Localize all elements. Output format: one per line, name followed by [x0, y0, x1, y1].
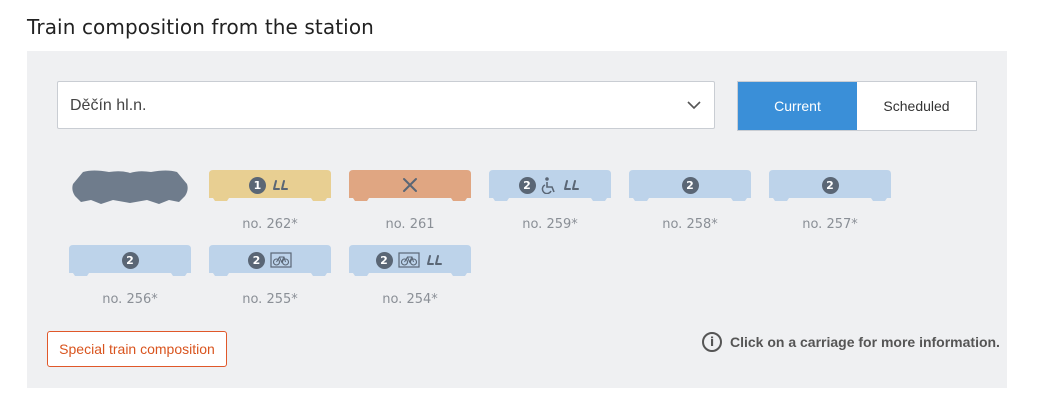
page-title: Train composition from the station — [27, 15, 374, 39]
station-select-value: Děčín hl.n. — [70, 97, 147, 114]
carriage[interactable]: 2 — [349, 245, 471, 279]
carriage-number: no. 262* — [242, 217, 298, 232]
carriage-number: no. 261 — [385, 217, 435, 232]
bicycle-icon — [397, 252, 420, 268]
special-composition-button[interactable]: Special train composition — [47, 331, 227, 367]
carriage-icons: 2 — [489, 170, 611, 200]
carriage-number: no. 255* — [242, 292, 298, 307]
carriage-icons: 2 — [629, 170, 751, 200]
class-badge: 2 — [681, 176, 699, 194]
class-badge: 2 — [248, 251, 265, 269]
class-badge: 2 — [375, 251, 393, 269]
seat-icon — [271, 178, 291, 192]
composition-panel: Děčín hl.n. Current Scheduled 1 no. 262* n… — [27, 51, 1007, 388]
class-badge: 2 — [121, 251, 139, 269]
wheelchair-icon — [541, 176, 557, 194]
carriage[interactable]: 1 — [209, 170, 331, 204]
carriage-number: no. 258* — [662, 217, 718, 232]
carriage-number: no. 256* — [102, 292, 158, 307]
carriage-icons: 2 — [349, 245, 471, 275]
info-hint: i Click on a carriage for more informati… — [702, 332, 1000, 352]
carriage-icons: 1 — [209, 170, 331, 200]
bicycle-icon — [270, 252, 292, 268]
info-icon: i — [702, 332, 722, 352]
carriage[interactable]: 2 — [629, 170, 751, 204]
carriage[interactable]: 2 — [209, 245, 331, 279]
class-badge: 2 — [518, 176, 536, 194]
station-select[interactable]: Děčín hl.n. — [57, 81, 715, 129]
carriage-number: no. 259* — [522, 217, 578, 232]
class-badge: 2 — [821, 176, 839, 194]
locomotive[interactable] — [69, 170, 191, 204]
carriage-number: no. 254* — [382, 292, 438, 307]
composition-toggle: Current Scheduled — [737, 81, 977, 131]
carriage-icons — [349, 170, 471, 200]
class-badge: 1 — [249, 176, 266, 194]
locomotive-shape — [72, 170, 188, 204]
info-text: Click on a carriage for more information… — [730, 334, 1000, 350]
carriage[interactable]: 2 — [69, 245, 191, 279]
restaurant-icon — [400, 175, 420, 195]
seat-icon — [562, 178, 582, 192]
carriage-icons: 2 — [209, 245, 331, 275]
carriage-icons: 2 — [769, 170, 891, 200]
carriage[interactable] — [349, 170, 471, 204]
chevron-down-icon — [687, 101, 701, 110]
seat-icon — [425, 253, 445, 267]
carriage[interactable]: 2 — [769, 170, 891, 204]
scheduled-button[interactable]: Scheduled — [857, 82, 976, 130]
carriage-icons: 2 — [69, 245, 191, 275]
carriage[interactable]: 2 — [489, 170, 611, 204]
carriage-number: no. 257* — [802, 217, 858, 232]
current-button[interactable]: Current — [738, 82, 857, 130]
